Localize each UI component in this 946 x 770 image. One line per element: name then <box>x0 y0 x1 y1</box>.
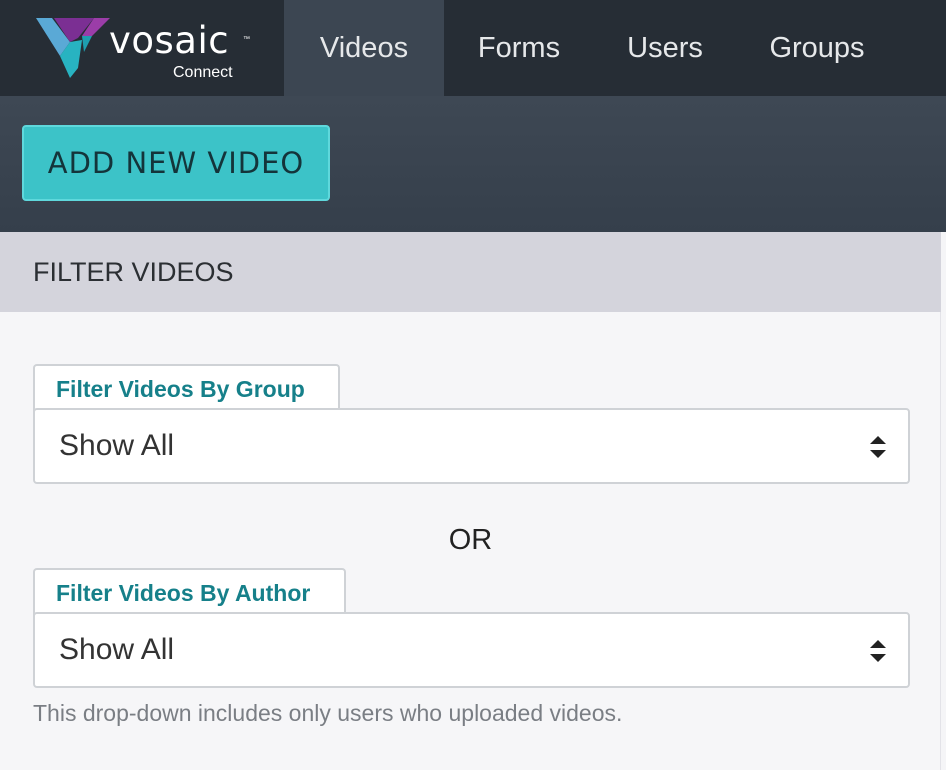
brand-subtitle: Connect <box>173 64 233 81</box>
top-nav: vosaic ™ Connect Videos Forms Users Grou… <box>0 0 946 96</box>
filter-author-value: Show All <box>59 633 175 666</box>
select-arrows-icon <box>870 436 886 458</box>
filter-group-label: Filter Videos By Group <box>33 364 340 412</box>
tab-videos[interactable]: Videos <box>284 0 444 96</box>
vosaic-logo[interactable]: vosaic ™ Connect <box>0 0 284 96</box>
or-separator: OR <box>448 524 493 556</box>
filter-videos-heading: FILTER VIDEOS <box>0 232 941 312</box>
toolbar: ADD NEW VIDEO <box>0 96 946 232</box>
tab-groups[interactable]: Groups <box>736 0 898 96</box>
vosaic-logo-icon <box>36 18 110 78</box>
filter-group-value: Show All <box>59 429 175 462</box>
filter-group-select[interactable]: Show All <box>33 408 910 484</box>
filter-author-label: Filter Videos By Author <box>33 568 346 616</box>
brand-trademark: ™ <box>243 36 250 43</box>
tab-users[interactable]: Users <box>594 0 736 96</box>
author-help-text: This drop-down includes only users who u… <box>33 700 623 726</box>
filter-panel: Filter Videos By Group Show All OR Filte… <box>0 312 941 770</box>
tab-forms[interactable]: Forms <box>444 0 594 96</box>
filter-author-select[interactable]: Show All <box>33 612 910 688</box>
add-new-video-button[interactable]: ADD NEW VIDEO <box>22 125 330 201</box>
select-arrows-icon <box>870 640 886 662</box>
brand-name: vosaic <box>109 19 230 62</box>
